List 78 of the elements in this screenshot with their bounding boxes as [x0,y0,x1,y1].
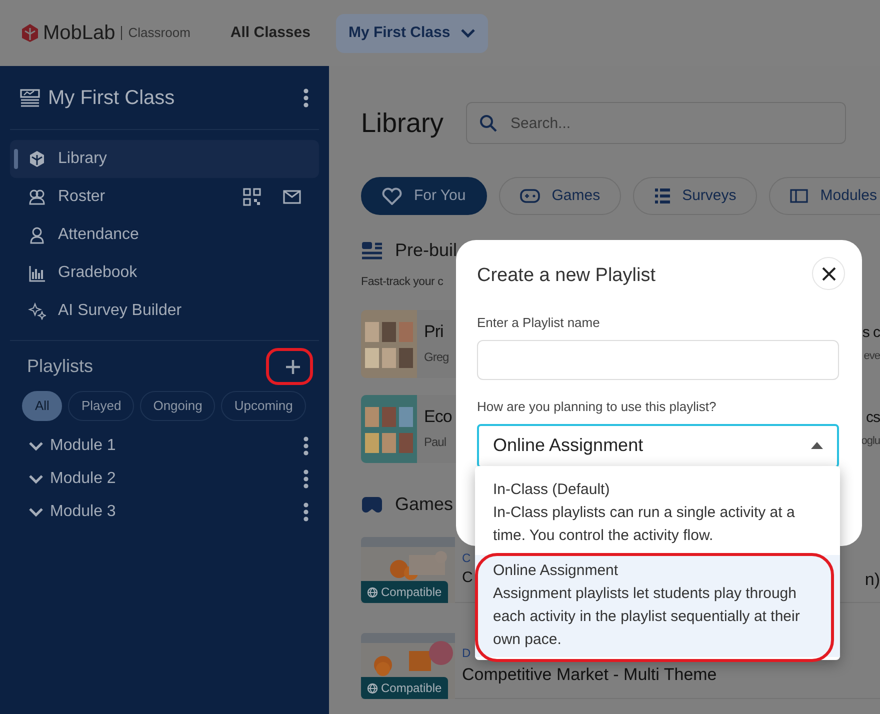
chevron-down-icon[interactable] [28,474,44,484]
class-switcher[interactable]: My First Class [336,14,488,52]
gamepad-icon [520,189,540,203]
product-name: Classroom [121,26,190,40]
sidebar-item[interactable]: Library [10,140,319,178]
search-box[interactable]: Search... [466,102,846,144]
globe-icon [367,586,378,598]
logo-text: MobLab [43,21,116,46]
section-subtitle: Fast-track your c [361,275,444,290]
filter-tab[interactable]: For You [361,177,487,215]
sidebar-item[interactable]: Attendance [10,216,319,254]
people-icon [28,188,46,206]
section-title: Games [395,493,454,516]
section-title: Pre-buil [395,239,458,262]
more-icon[interactable] [303,88,309,108]
class-icon [20,88,40,106]
compatible-badge: Compatible [361,677,448,699]
game-title[interactable]: n) [864,567,880,592]
columns-icon [790,189,808,203]
library-icon [28,150,46,168]
section-icon [361,240,383,260]
heart-icon [382,187,402,205]
chevron-down-icon[interactable] [28,506,44,516]
compatible-badge: Compatible [361,581,448,603]
game-category: C [462,550,471,568]
sidebar-item[interactable]: Gradebook [10,254,319,292]
chevron-down-icon[interactable] [28,440,44,450]
close-icon [822,266,836,280]
more-icon[interactable] [303,468,309,488]
filter-tab[interactable]: Modules [769,177,880,215]
class-title: My First Class [48,86,176,110]
nav-link[interactable]: All Classes [230,22,310,44]
globe-icon [367,682,378,694]
more-icon[interactable] [303,436,309,456]
gamepad-icon [361,496,383,514]
game-title[interactable]: Competitive Market - Multi Theme [462,662,717,688]
card-author: eve [864,348,880,364]
qr-code-icon[interactable] [243,188,261,206]
card-title[interactable]: cs [866,408,880,427]
chevron-down-icon[interactable] [460,28,476,38]
logo-icon [20,23,40,43]
card-title[interactable]: Pri [424,322,449,342]
sidebar-item[interactable]: AI Survey Builder [10,292,319,330]
person-icon [28,226,46,244]
dropdown-option[interactable]: In-Class (Default) In-Class playlists can run a single activity at a time. You control the activity flow. [475,474,840,555]
card-title[interactable]: Eco [424,406,452,428]
list-icon [654,188,670,204]
card-author: Paul [424,434,448,452]
game-title[interactable]: C [462,567,473,590]
field-label: Enter a Playlist name [477,314,601,332]
page-title: Library [361,106,444,140]
card-author: oglu [861,434,880,449]
search-icon [478,114,497,132]
section-title: Playlists [27,354,94,378]
filter-chip[interactable]: Ongoing [140,391,216,421]
dialog-title: Create a new Playlist [477,264,656,288]
search-field[interactable]: Search... [508,103,833,143]
filter-chip[interactable]: Played [68,391,134,421]
card-author: Greg [424,349,449,366]
filter-chip[interactable]: Upcoming [221,391,306,421]
playlist-item[interactable]: Module 1 [50,434,297,458]
filter-tab[interactable]: Games [498,177,622,215]
close-button[interactable] [812,257,845,290]
sidebar-item[interactable]: Roster [10,178,319,216]
plus-icon [285,358,301,375]
playlist-item[interactable]: Module 3 [50,500,297,524]
caret-up-icon [811,442,823,449]
bar-chart-icon [28,264,46,282]
mail-icon[interactable] [283,190,301,204]
filter-chip[interactable]: All [22,391,62,421]
field-label: How are you planning to use this playlist? [477,398,718,416]
card-title[interactable]: s c [862,324,880,342]
sparkle-icon [28,302,46,320]
playlist-item[interactable]: Module 2 [50,466,297,490]
more-icon[interactable] [303,502,309,522]
game-category: D [462,644,471,662]
input-field[interactable] [477,340,839,380]
filter-tab[interactable]: Surveys [633,177,758,215]
